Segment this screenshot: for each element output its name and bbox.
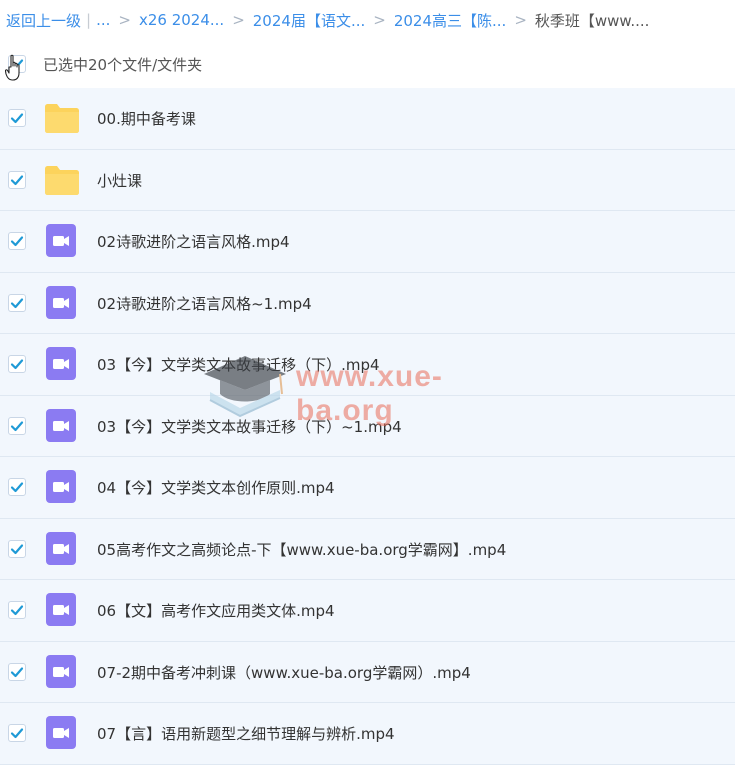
file-row[interactable]: 07-2期中备考冲刺课（www.xue-ba.org学霸网）.mp4	[0, 641, 735, 703]
selection-count: 已选中20个文件/文件夹	[43, 55, 203, 74]
chevron-right-icon: >	[232, 11, 245, 29]
video-file-icon	[46, 531, 76, 565]
file-name[interactable]: 02诗歌进阶之语言风格.mp4	[97, 231, 290, 252]
checkmark-icon	[10, 543, 24, 554]
row-checkbox[interactable]	[8, 478, 26, 496]
file-row[interactable]: 05高考作文之高频论点-下【www.xue-ba.org学霸网】.mp4	[0, 518, 735, 580]
breadcrumb-item-2[interactable]: 2024届【语文...	[253, 10, 365, 31]
chevron-right-icon: >	[118, 11, 131, 29]
row-checkbox[interactable]	[8, 601, 26, 619]
chevron-right-icon: >	[514, 11, 527, 29]
video-file-icon	[46, 716, 76, 749]
breadcrumb-item-3[interactable]: 2024高三【陈...	[394, 10, 506, 31]
file-name[interactable]: 07-2期中备考冲刺课（www.xue-ba.org学霸网）.mp4	[97, 662, 471, 683]
video-file-icon	[46, 470, 76, 503]
row-checkbox[interactable]	[8, 539, 26, 558]
file-name[interactable]: 04【今】文学类文本创作原则.mp4	[97, 477, 335, 498]
row-checkbox[interactable]	[8, 232, 26, 250]
folder-icon	[45, 104, 79, 133]
checkmark-icon	[10, 666, 24, 677]
video-file-icon	[46, 593, 76, 626]
file-row[interactable]: 07【言】语用新题型之细节理解与辨析.mp4	[0, 703, 735, 765]
file-row[interactable]: 03【今】文学类文本故事迁移（下）~1.mp4	[0, 395, 735, 457]
breadcrumb-current: 秋季班【www....	[534, 11, 650, 30]
breadcrumb: 返回上一级 | ... > x26 2024... > 2024届【语文... …	[0, 0, 735, 40]
checkmark-icon	[10, 605, 24, 616]
video-file-icon	[46, 285, 76, 319]
folder-icon	[45, 165, 79, 195]
checkmark-icon	[10, 482, 24, 493]
breadcrumb-ellipsis[interactable]: ...	[96, 11, 110, 29]
file-name[interactable]: 02诗歌进阶之语言风格~1.mp4	[97, 293, 312, 314]
checkmark-icon	[10, 174, 24, 185]
checkmark-icon	[10, 359, 24, 370]
file-row[interactable]: 06【文】高考作文应用类文体.mp4	[0, 580, 735, 642]
row-checkbox[interactable]	[8, 724, 26, 742]
file-name[interactable]: 03【今】文学类文本故事迁移（下）.mp4	[97, 354, 380, 375]
row-checkbox[interactable]	[8, 355, 26, 373]
back-link[interactable]: 返回上一级	[6, 10, 81, 31]
video-file-icon	[46, 224, 76, 257]
file-row[interactable]: 02诗歌进阶之语言风格~1.mp4	[0, 272, 735, 334]
file-name[interactable]: 00.期中备考课	[97, 108, 196, 129]
video-file-icon	[46, 347, 76, 380]
checkmark-icon	[10, 297, 24, 308]
selection-bar: 已选中20个文件/文件夹	[0, 42, 735, 86]
breadcrumb-divider: |	[86, 11, 92, 29]
row-checkbox[interactable]	[8, 293, 26, 312]
file-name[interactable]: 06【文】高考作文应用类文体.mp4	[97, 600, 335, 621]
file-name[interactable]: 03【今】文学类文本故事迁移（下）~1.mp4	[97, 416, 402, 437]
checkmark-icon	[10, 420, 24, 431]
breadcrumb-item-1[interactable]: x26 2024...	[139, 11, 224, 29]
checkmark-icon	[10, 728, 24, 739]
video-file-icon	[46, 408, 76, 442]
row-checkbox[interactable]	[8, 416, 26, 435]
checkmark-icon	[10, 236, 24, 247]
checkmark-icon	[10, 113, 24, 124]
file-row[interactable]: 小灶课	[0, 149, 735, 211]
row-checkbox[interactable]	[8, 109, 26, 127]
file-name[interactable]: 小灶课	[97, 170, 142, 191]
file-list: 00.期中备考课 小灶课 02诗歌进阶之语言风格.mp4 02诗歌进阶之语言风格~1.…	[0, 88, 735, 765]
chevron-right-icon: >	[373, 11, 386, 29]
row-checkbox[interactable]	[8, 662, 26, 681]
file-name[interactable]: 05高考作文之高频论点-下【www.xue-ba.org学霸网】.mp4	[97, 539, 506, 560]
row-checkbox[interactable]	[8, 170, 26, 189]
file-name[interactable]: 07【言】语用新题型之细节理解与辨析.mp4	[97, 723, 395, 744]
file-row[interactable]: 03【今】文学类文本故事迁移（下）.mp4	[0, 334, 735, 396]
file-row[interactable]: 00.期中备考课	[0, 88, 735, 150]
hand-cursor-icon	[5, 54, 20, 81]
video-file-icon	[46, 654, 76, 688]
file-row[interactable]: 02诗歌进阶之语言风格.mp4	[0, 211, 735, 273]
file-row[interactable]: 04【今】文学类文本创作原则.mp4	[0, 457, 735, 519]
